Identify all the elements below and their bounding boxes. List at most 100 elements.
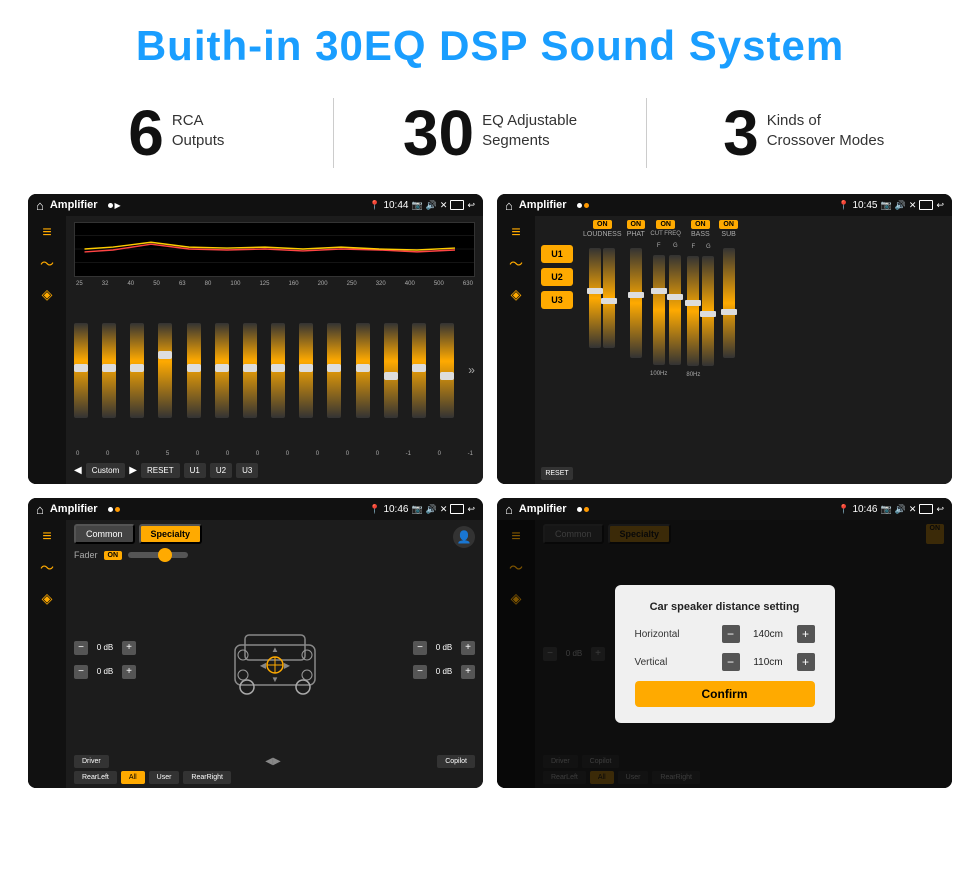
eq-slider-13[interactable]: [412, 323, 426, 418]
on-badge-sub: ON: [719, 220, 738, 229]
vertical-minus[interactable]: −: [722, 653, 740, 671]
wave-icon-2[interactable]: 〜: [509, 254, 523, 274]
back-icon-3[interactable]: ↩: [467, 504, 475, 515]
loudness-slider-2[interactable]: [603, 248, 615, 348]
custom-btn[interactable]: Custom: [86, 463, 126, 478]
fader-label: Fader: [74, 550, 98, 560]
stat-item-rca: 6 RCAOutputs: [40, 101, 313, 165]
common-tab[interactable]: Common: [74, 524, 135, 544]
bottom-buttons-3b: RearLeft All User RearRight: [74, 771, 475, 784]
db-plus-bl[interactable]: +: [122, 665, 136, 679]
db-minus-tr[interactable]: −: [413, 641, 427, 655]
fader-track[interactable]: [128, 552, 188, 558]
reset-btn-1[interactable]: RESET: [141, 463, 180, 478]
eq-slider-8[interactable]: [271, 323, 285, 418]
eq-slider-5[interactable]: [187, 323, 201, 418]
bass-slider-2[interactable]: [702, 256, 714, 366]
prev-arrow[interactable]: ◀: [74, 465, 82, 476]
phat-slider[interactable]: [630, 248, 642, 358]
preset-buttons: U1 U2 U3 RESET: [541, 220, 573, 480]
all-btn-3[interactable]: All: [121, 771, 145, 784]
db-plus-br[interactable]: +: [461, 665, 475, 679]
home-icon-4[interactable]: ⌂: [505, 502, 513, 517]
back-icon-1[interactable]: ↩: [467, 200, 475, 211]
eq-slider-3[interactable]: [130, 323, 144, 418]
back-icon-4[interactable]: ↩: [936, 504, 944, 515]
u1-preset[interactable]: U1: [541, 245, 573, 263]
rearright-btn-3[interactable]: RearRight: [183, 771, 231, 784]
eq-slider-9[interactable]: [299, 323, 313, 418]
hz-val-1: 100Hz: [650, 371, 667, 377]
eq-slider-7[interactable]: [243, 323, 257, 418]
app-name-2: Amplifier: [519, 199, 567, 211]
u3-preset[interactable]: U3: [541, 291, 573, 309]
eq-slider-14[interactable]: [440, 323, 454, 418]
eq-slider-6[interactable]: [215, 323, 229, 418]
specialty-tab[interactable]: Specialty: [139, 524, 203, 544]
car-svg: ▲ ▼ ◀ ▶: [225, 620, 325, 700]
camera-icon-4: 📷: [880, 504, 891, 515]
dialog-box: Car speaker distance setting Horizontal …: [615, 585, 835, 723]
db-plus-tl[interactable]: +: [122, 641, 136, 655]
eq-main: 2532405063 80100125160200 25032040050063…: [66, 216, 483, 484]
copilot-btn-3[interactable]: Copilot: [437, 755, 475, 768]
eq-slider-1[interactable]: [74, 323, 88, 418]
speaker-icon[interactable]: ◈: [42, 286, 53, 303]
on-badge-fader: ON: [104, 551, 123, 560]
horizontal-label: Horizontal: [635, 629, 695, 640]
wave-icon[interactable]: 〜: [40, 254, 54, 274]
eq-icon[interactable]: ≡: [42, 224, 51, 242]
cutfreq-slider-2[interactable]: [669, 255, 681, 365]
speaker-icon-2[interactable]: ◈: [511, 286, 522, 303]
status-icons-3: 📍 10:46 📷 🔊 ✕ ↩: [369, 504, 475, 515]
on-badge-phat: ON: [627, 220, 646, 229]
horizontal-minus[interactable]: −: [722, 625, 740, 643]
amp-main-2: U1 U2 U3 RESET ON LOUDNESS: [535, 216, 952, 484]
x-icon-4: ✕: [909, 504, 917, 515]
cutfreq-slider-1[interactable]: [653, 255, 665, 365]
driver-btn-3[interactable]: Driver: [74, 755, 109, 768]
right-arrows[interactable]: »: [468, 363, 475, 377]
back-icon-2[interactable]: ↩: [936, 200, 944, 211]
volume-icon-1: 🔊: [426, 200, 437, 211]
horizontal-plus[interactable]: +: [797, 625, 815, 643]
eq-svg: [75, 223, 474, 276]
sub-slider[interactable]: [723, 248, 735, 358]
eq-slider-12[interactable]: [384, 323, 398, 418]
home-icon-2[interactable]: ⌂: [505, 198, 513, 213]
dot2a: [577, 203, 582, 208]
dot3b: [115, 507, 120, 512]
db-value-tr: 0 dB: [430, 643, 458, 652]
wave-icon-3[interactable]: 〜: [40, 558, 54, 578]
next-arrow[interactable]: ▶: [129, 465, 137, 476]
eq-slider-10[interactable]: [327, 323, 341, 418]
u2-btn-1[interactable]: U2: [210, 463, 232, 478]
reset-btn-2[interactable]: RESET: [541, 467, 573, 480]
eq-icon-3[interactable]: ≡: [42, 528, 51, 546]
eq-slider-2[interactable]: [102, 323, 116, 418]
vertical-value: 110cm: [746, 657, 791, 668]
home-icon-1[interactable]: ⌂: [36, 198, 44, 213]
loudness-slider-1[interactable]: [589, 248, 601, 348]
status-icons-2: 📍 10:45 📷 🔊 ✕ ↩: [838, 200, 944, 211]
eq-slider-4[interactable]: [158, 323, 172, 418]
eq-icon-2[interactable]: ≡: [511, 224, 520, 242]
u3-btn-1[interactable]: U3: [236, 463, 258, 478]
stat-divider-1: [333, 98, 334, 168]
db-minus-tl[interactable]: −: [74, 641, 88, 655]
home-icon-3[interactable]: ⌂: [36, 502, 44, 517]
user-btn-3[interactable]: User: [149, 771, 180, 784]
vertical-plus[interactable]: +: [797, 653, 815, 671]
rearleft-btn-3[interactable]: RearLeft: [74, 771, 117, 784]
db-control-br: − 0 dB +: [413, 665, 475, 679]
confirm-button[interactable]: Confirm: [635, 681, 815, 707]
bass-slider-1[interactable]: [687, 256, 699, 366]
eq-slider-11[interactable]: [356, 323, 370, 418]
db-plus-tr[interactable]: +: [461, 641, 475, 655]
u2-preset[interactable]: U2: [541, 268, 573, 286]
speaker-icon-3[interactable]: ◈: [42, 590, 53, 607]
db-minus-br[interactable]: −: [413, 665, 427, 679]
u1-btn-1[interactable]: U1: [184, 463, 206, 478]
db-minus-bl[interactable]: −: [74, 665, 88, 679]
status-icons-1: 📍 10:44 📷 🔊 ✕ ↩: [369, 200, 475, 211]
